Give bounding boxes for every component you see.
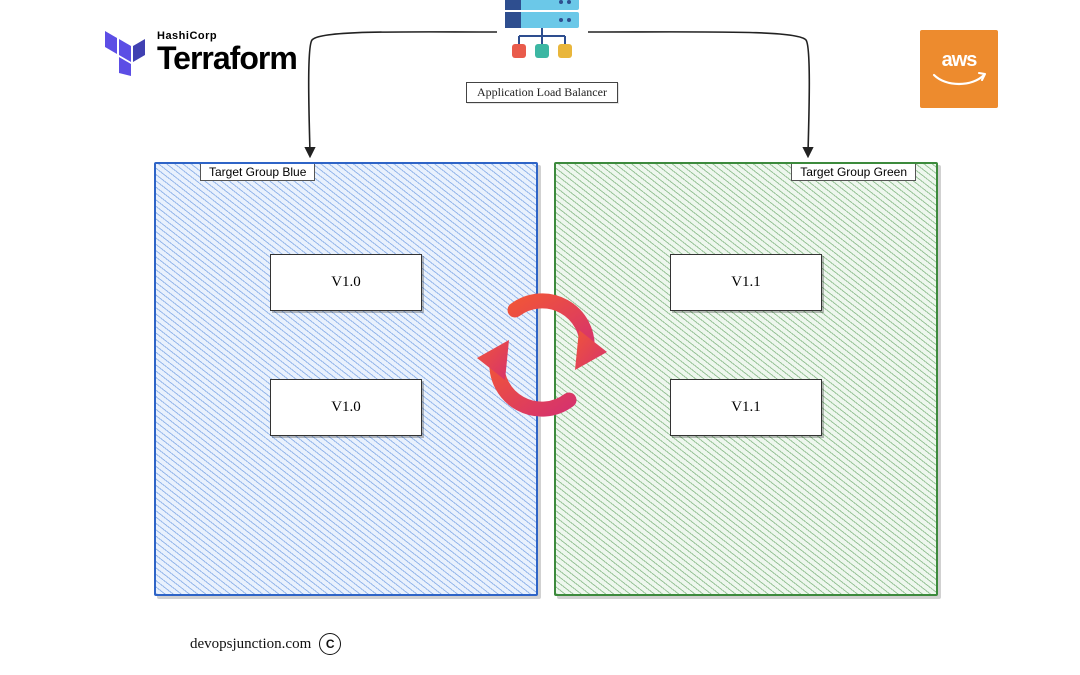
footer-attribution: devopsjunction.com C [190, 633, 341, 655]
target-group-green-label: Target Group Green [791, 163, 916, 181]
alb-label: Application Load Balancer [466, 82, 618, 103]
version-box: V1.0 [270, 379, 422, 436]
target-group-blue-label: Target Group Blue [200, 163, 315, 181]
aws-logo: aws [920, 30, 998, 108]
version-box: V1.1 [670, 379, 822, 436]
swap-icon [467, 280, 617, 430]
terraform-icon [105, 28, 149, 76]
aws-smile-icon [932, 72, 986, 90]
version-box: V1.1 [670, 254, 822, 311]
footer-site: devopsjunction.com [190, 636, 311, 653]
version-box: V1.0 [270, 254, 422, 311]
terraform-logo: HashiCorp Terraform [105, 28, 297, 76]
load-balancer-icon [497, 0, 587, 65]
copyright-icon: C [319, 633, 341, 655]
aws-text: aws [942, 49, 977, 72]
terraform-title: Terraform [157, 42, 297, 74]
